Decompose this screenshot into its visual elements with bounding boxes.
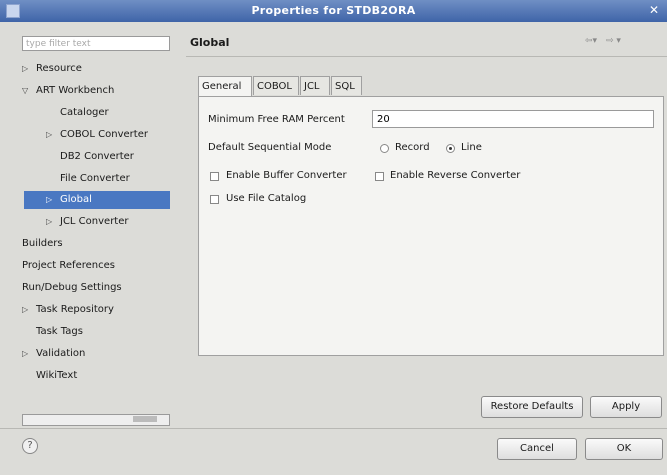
tree-item-label: ART Workbench: [36, 85, 115, 96]
sequential-mode-label: Default Sequential Mode: [208, 142, 332, 153]
tree-item-run-debug-settings[interactable]: Run/Debug Settings: [22, 279, 122, 297]
tree-item-label: Task Repository: [36, 304, 114, 315]
scrollbar-thumb[interactable]: [133, 416, 157, 422]
expand-arrow-icon[interactable]: ▷: [46, 213, 60, 231]
property-tree: ▷ Resource ▽ ART Workbench Cataloger ▷ COBO…: [18, 60, 178, 400]
expand-arrow-icon[interactable]: ▷: [22, 60, 36, 78]
window-title: Properties for STDB2ORA: [251, 4, 416, 17]
tree-item-label: Resource: [36, 63, 82, 74]
tree-item-art-workbench[interactable]: ▽ ART Workbench: [22, 82, 114, 100]
dialog-divider: [0, 428, 667, 429]
ram-percent-label: Minimum Free RAM Percent: [208, 114, 345, 125]
buffer-converter-checkbox[interactable]: [210, 172, 219, 181]
tab-general[interactable]: General: [198, 76, 252, 97]
tree-item-cataloger[interactable]: Cataloger: [60, 104, 109, 122]
expand-arrow-icon[interactable]: ▷: [22, 301, 36, 319]
apply-button[interactable]: Apply: [590, 396, 662, 418]
tab-cobol[interactable]: COBOL: [253, 76, 299, 95]
tree-item-project-references[interactable]: Project References: [22, 257, 115, 275]
general-tab-panel: [198, 96, 664, 356]
tree-item-file-converter[interactable]: File Converter: [60, 170, 130, 188]
file-catalog-checkbox[interactable]: [210, 195, 219, 204]
expand-arrow-icon[interactable]: ▷: [22, 345, 36, 363]
title-bar: Properties for STDB2ORA ✕: [0, 0, 667, 22]
reverse-converter-label[interactable]: Enable Reverse Converter: [390, 170, 520, 181]
tree-item-label: JCL Converter: [60, 216, 129, 227]
page-title: Global: [190, 36, 230, 49]
tree-item-label: DB2 Converter: [60, 151, 134, 162]
tree-item-builders[interactable]: Builders: [22, 235, 63, 253]
tree-item-cobol-converter[interactable]: ▷ COBOL Converter: [46, 126, 148, 144]
close-icon[interactable]: ✕: [647, 3, 661, 17]
ram-percent-input[interactable]: [372, 110, 654, 128]
forward-arrow-icon[interactable]: ⇨ ▾: [606, 36, 621, 46]
file-catalog-label[interactable]: Use File Catalog: [226, 193, 306, 204]
ok-button[interactable]: OK: [585, 438, 663, 460]
record-radio-label[interactable]: Record: [395, 142, 430, 153]
expand-arrow-icon[interactable]: ▷: [46, 191, 60, 209]
filter-input[interactable]: [22, 36, 170, 51]
back-arrow-icon[interactable]: ⇦▾: [585, 36, 597, 46]
tree-item-task-tags[interactable]: Task Tags: [36, 323, 83, 341]
restore-defaults-button[interactable]: Restore Defaults: [481, 396, 583, 418]
tree-item-jcl-converter[interactable]: ▷ JCL Converter: [46, 213, 129, 231]
tree-item-validation[interactable]: ▷ Validation: [22, 345, 85, 363]
tree-item-label: Validation: [36, 348, 86, 359]
tree-item-label: File Converter: [60, 173, 130, 184]
tree-item-db2-converter[interactable]: DB2 Converter: [60, 148, 134, 166]
tab-jcl[interactable]: JCL: [300, 76, 330, 95]
history-nav: ⇦▾ ⇨ ▾: [585, 36, 627, 46]
tree-item-wikitext[interactable]: WikiText: [36, 367, 77, 385]
expand-arrow-icon[interactable]: ▷: [46, 126, 60, 144]
line-radio-label[interactable]: Line: [461, 142, 482, 153]
tree-item-label: Task Tags: [36, 326, 83, 337]
collapse-arrow-icon[interactable]: ▽: [22, 82, 36, 100]
tab-sql[interactable]: SQL: [331, 76, 362, 95]
tree-item-label: COBOL Converter: [60, 129, 148, 140]
tree-item-task-repository[interactable]: ▷ Task Repository: [22, 301, 114, 319]
help-icon[interactable]: ?: [22, 438, 38, 454]
header-divider: [186, 56, 667, 57]
record-radio[interactable]: [380, 144, 389, 153]
tree-item-label: Cataloger: [60, 107, 109, 118]
tree-item-label: Run/Debug Settings: [22, 282, 122, 293]
tree-horizontal-scrollbar[interactable]: [22, 414, 170, 426]
cancel-button[interactable]: Cancel: [497, 438, 577, 460]
reverse-converter-checkbox[interactable]: [375, 172, 384, 181]
tree-item-label: Global: [60, 194, 92, 205]
tree-item-resource[interactable]: ▷ Resource: [22, 60, 82, 78]
tree-item-label: WikiText: [36, 370, 78, 381]
buffer-converter-label[interactable]: Enable Buffer Converter: [226, 170, 347, 181]
tree-item-label: Project References: [22, 260, 115, 271]
tree-item-label: Builders: [22, 238, 63, 249]
line-radio[interactable]: [446, 144, 455, 153]
tree-item-global[interactable]: ▷ Global: [24, 191, 170, 209]
